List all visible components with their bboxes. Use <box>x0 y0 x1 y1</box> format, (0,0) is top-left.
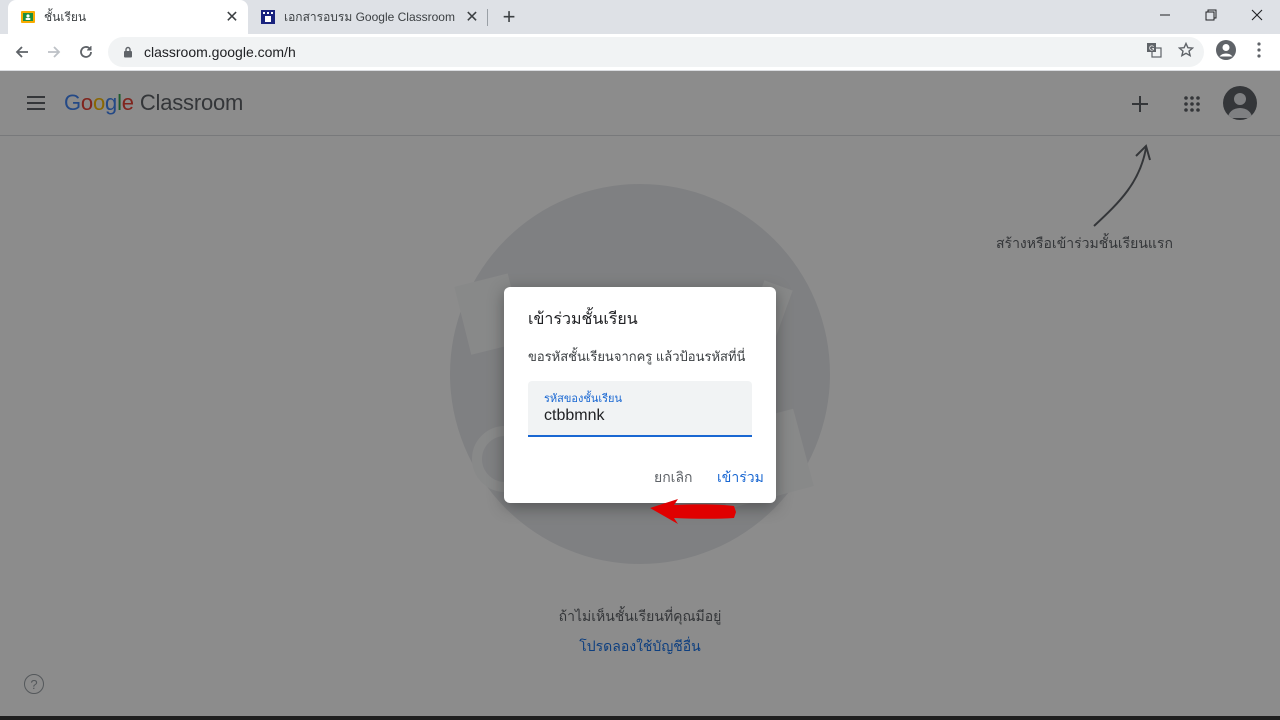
dialog-instructions: ขอรหัสชั้นเรียนจากครู แล้วป้อนรหัสที่นี่ <box>528 349 746 364</box>
close-tab-icon[interactable]: ✕ <box>222 7 242 27</box>
address-bar[interactable]: classroom.google.com/h <box>108 37 1204 67</box>
document-favicon-icon <box>261 10 275 24</box>
browser-menu-button[interactable] <box>1249 40 1269 60</box>
browser-toolbar: classroom.google.com/h G <box>0 34 1280 71</box>
back-arrow-icon <box>15 46 28 58</box>
tab-separator <box>487 9 488 26</box>
tab-training-docs[interactable]: เอกสารอบรม Google Classroom ✕ <box>248 0 488 34</box>
translate-button[interactable]: G <box>1144 40 1164 60</box>
minimize-icon <box>1160 14 1170 16</box>
join-button[interactable]: เข้าร่วม <box>717 467 764 489</box>
tab-title: เอกสารอบรม Google Classroom <box>284 9 455 24</box>
cancel-button[interactable]: ยกเลิก <box>654 467 693 489</box>
minimize-button[interactable] <box>1142 0 1188 30</box>
translate-icon: G <box>1147 43 1162 58</box>
forward-button[interactable] <box>40 38 68 66</box>
lock-icon <box>124 46 132 58</box>
tab-title: ชั้นเรียน <box>44 9 87 24</box>
window-close-button[interactable] <box>1234 0 1280 30</box>
dialog-title: เข้าร่วมชั้นเรียน <box>528 311 638 328</box>
bookmark-button[interactable] <box>1176 40 1196 60</box>
window-close-icon <box>1251 9 1263 21</box>
tab-classes[interactable]: ชั้นเรียน ✕ <box>8 0 248 34</box>
reload-button[interactable] <box>72 38 100 66</box>
tab-strip: ชั้นเรียน ✕ เอกสารอบรม Google Classroom … <box>0 0 1280 34</box>
classroom-favicon-icon <box>21 11 35 23</box>
class-code-input[interactable] <box>544 405 624 427</box>
forward-arrow-icon <box>48 46 61 58</box>
window-bottom-edge <box>0 716 1280 720</box>
back-button[interactable] <box>8 38 36 66</box>
profile-button[interactable] <box>1214 38 1238 62</box>
svg-text:G: G <box>1149 46 1154 53</box>
profile-icon <box>1216 40 1236 60</box>
new-tab-button[interactable]: + <box>497 4 521 29</box>
restore-button[interactable] <box>1188 0 1234 30</box>
red-pointer-arrow-icon <box>650 499 736 524</box>
join-class-dialog: เข้าร่วมชั้นเรียน ขอรหัสชั้นเรียนจากครู … <box>504 287 776 524</box>
kebab-menu-icon <box>1257 42 1261 58</box>
class-code-field[interactable]: รหัสของชั้นเรียน <box>528 381 752 524</box>
close-tab-icon[interactable]: ✕ <box>462 7 482 27</box>
star-icon <box>1178 42 1194 57</box>
reload-icon <box>80 46 92 58</box>
restore-icon <box>1205 9 1217 21</box>
url-text: classroom.google.com/h <box>144 44 296 60</box>
